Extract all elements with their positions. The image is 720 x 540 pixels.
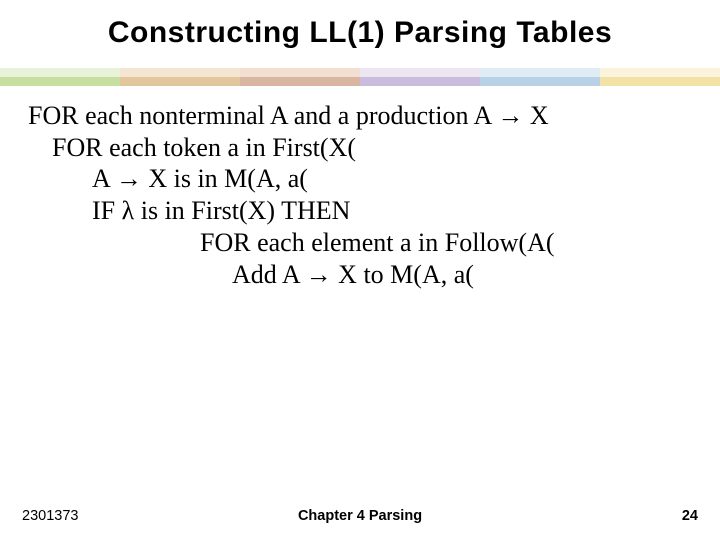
bar-segment	[0, 68, 120, 77]
slide-footer: 2301373 Chapter 4 Parsing 24	[0, 500, 720, 524]
algo-line: IF λ is in First(X) THEN	[28, 195, 692, 227]
slide-title: Constructing LL(1) Parsing Tables	[0, 0, 720, 50]
bar-segment	[480, 68, 600, 77]
slide-body: FOR each nonterminal A and a production …	[28, 100, 692, 290]
bar-segment	[0, 77, 120, 86]
algo-line: FOR each token a in First(X(	[28, 132, 692, 164]
algo-line: A → X is in M(A, a(	[28, 163, 692, 195]
chapter-label: Chapter 4 Parsing	[0, 508, 720, 524]
bar-row-top	[0, 68, 720, 77]
slide: Constructing LL(1) Parsing Tables FOR ea…	[0, 0, 720, 540]
bar-segment	[360, 68, 480, 77]
bar-segment	[600, 77, 720, 86]
bar-segment	[360, 77, 480, 86]
page-number: 24	[682, 508, 698, 524]
algo-line: Add A → X to M(A, a(	[28, 259, 692, 291]
bar-segment	[120, 68, 240, 77]
bar-segment	[240, 77, 360, 86]
bar-row-bottom	[0, 77, 720, 86]
algo-line: FOR each nonterminal A and a production …	[28, 100, 692, 132]
bar-segment	[480, 77, 600, 86]
bar-segment	[600, 68, 720, 77]
algo-line: FOR each element a in Follow(A(	[28, 227, 692, 259]
bar-segment	[240, 68, 360, 77]
bar-segment	[120, 77, 240, 86]
decorative-color-bars	[0, 68, 720, 86]
